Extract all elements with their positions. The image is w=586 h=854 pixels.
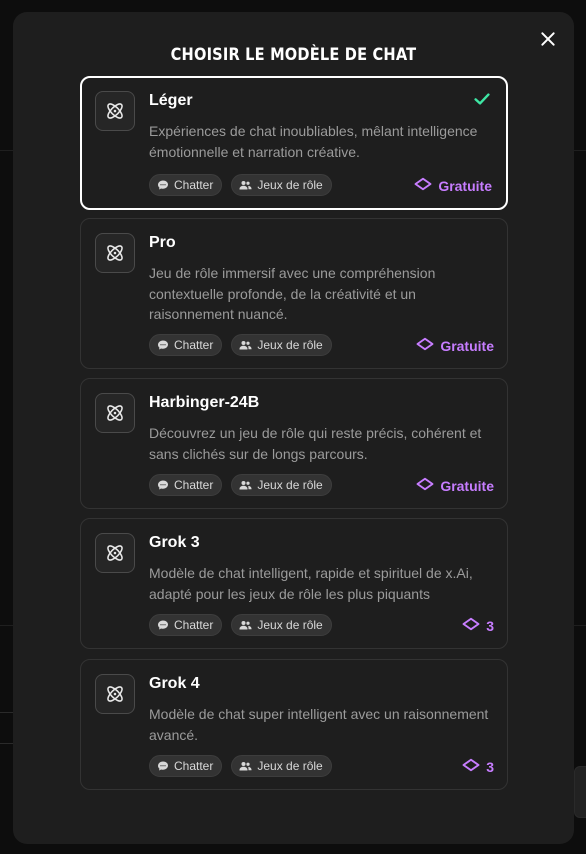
model-name: Harbinger-24B [149, 394, 260, 411]
model-card[interactable]: Pro Jeu de rôle immersif avec une compréh… [80, 218, 508, 369]
tag-label: Jeux de rôle [257, 338, 323, 352]
tag-roleplay: Jeux de rôle [231, 334, 332, 356]
tag-label: Chatter [174, 759, 214, 773]
tag-chatter: Chatter [149, 334, 223, 356]
gem-icon [416, 337, 434, 354]
price-label: Gratuite [438, 177, 492, 194]
model-card[interactable]: Léger Expériences de chat inoubliables, m… [80, 76, 508, 210]
model-tags: Chatter Jeux de rôle [149, 755, 332, 777]
price-label: Gratuite [440, 477, 494, 494]
close-button[interactable] [537, 28, 559, 50]
tag-chatter: Chatter [149, 614, 223, 636]
tag-label: Chatter [174, 178, 214, 192]
tag-chatter: Chatter [149, 474, 223, 496]
tag-roleplay: Jeux de rôle [231, 755, 332, 777]
model-description: Découvrez un jeu de rôle qui reste préci… [149, 425, 482, 462]
chat-bubble-icon [157, 760, 169, 772]
model-card[interactable]: Grok 4 Modèle de chat super intelligent a… [80, 659, 508, 790]
tag-label: Jeux de rôle [257, 178, 323, 192]
tag-roleplay: Jeux de rôle [231, 174, 332, 196]
price-label: 3 [486, 617, 494, 634]
gem-icon [416, 477, 434, 494]
users-icon [239, 339, 252, 351]
tag-roleplay: Jeux de rôle [231, 474, 332, 496]
model-name: Grok 4 [149, 675, 200, 692]
model-name: Léger [149, 92, 193, 109]
model-tags: Chatter Jeux de rôle [149, 174, 332, 196]
tag-label: Chatter [174, 478, 214, 492]
checkmark-icon [474, 92, 490, 111]
model-description: Modèle de chat super intelligent avec un… [149, 706, 489, 743]
gem-icon [462, 617, 480, 634]
model-card[interactable]: Harbinger-24B Découvrez un jeu de rôle qu… [80, 378, 508, 509]
model-name: Grok 3 [149, 534, 200, 551]
gem-icon [414, 177, 432, 194]
model-price: Gratuite [414, 177, 492, 194]
atom-icon [95, 674, 135, 714]
tag-chatter: Chatter [149, 174, 223, 196]
price-label: Gratuite [440, 337, 494, 354]
model-tags: Chatter Jeux de rôle [149, 334, 332, 356]
tag-label: Jeux de rôle [257, 478, 323, 492]
atom-icon [95, 393, 135, 433]
users-icon [239, 760, 252, 772]
chat-bubble-icon [157, 339, 169, 351]
model-tags: Chatter Jeux de rôle [149, 614, 332, 636]
tag-chatter: Chatter [149, 755, 223, 777]
atom-icon [95, 233, 135, 273]
model-description: Expériences de chat inoubliables, mêlant… [149, 123, 478, 160]
atom-icon [95, 533, 135, 573]
price-label: 3 [486, 758, 494, 775]
model-price: Gratuite [416, 337, 494, 354]
users-icon [239, 179, 252, 191]
chat-bubble-icon [157, 479, 169, 491]
users-icon [239, 619, 252, 631]
model-price: 3 [462, 617, 494, 634]
model-tags: Chatter Jeux de rôle [149, 474, 332, 496]
atom-icon [95, 91, 135, 131]
choose-chat-model-modal: Choisir le modèle de chat Léger Expérienc… [13, 12, 574, 844]
model-description: Jeu de rôle immersif avec une compréhens… [149, 265, 436, 322]
tag-roleplay: Jeux de rôle [231, 614, 332, 636]
model-card[interactable]: Grok 3 Modèle de chat intelligent, rapide… [80, 518, 508, 649]
gem-icon [462, 758, 480, 775]
tag-label: Jeux de rôle [257, 759, 323, 773]
model-name: Pro [149, 234, 176, 251]
chat-bubble-icon [157, 179, 169, 191]
modal-title: Choisir le modèle de chat [170, 45, 417, 65]
model-price: 3 [462, 758, 494, 775]
users-icon [239, 479, 252, 491]
tag-label: Chatter [174, 618, 214, 632]
tag-label: Chatter [174, 338, 214, 352]
model-price: Gratuite [416, 477, 494, 494]
model-description: Modèle de chat intelligent, rapide et sp… [149, 565, 473, 602]
chat-bubble-icon [157, 619, 169, 631]
tag-label: Jeux de rôle [257, 618, 323, 632]
